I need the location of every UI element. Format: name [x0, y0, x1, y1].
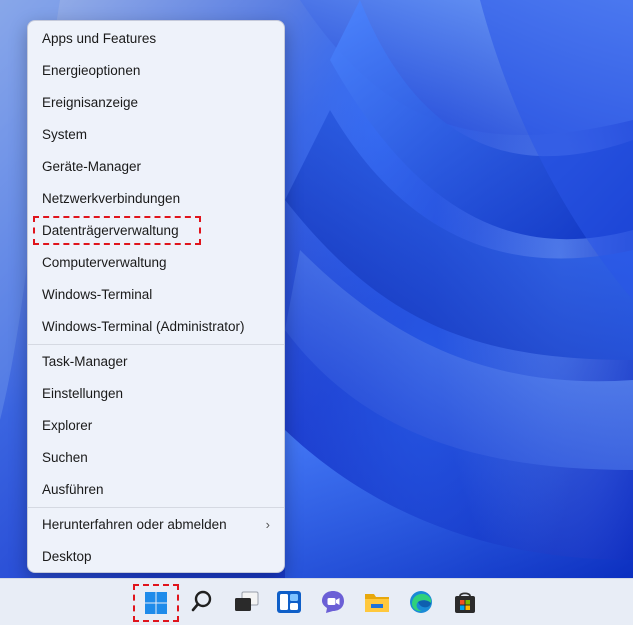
menu-item-label: Geräte-Manager	[42, 159, 142, 174]
task-view-icon[interactable]	[233, 589, 259, 615]
menu-item-label: Windows-Terminal (Administrator)	[42, 319, 245, 334]
menu-item-label: Ausführen	[42, 482, 104, 497]
menu-item-energieoptionen[interactable]: Energieoptionen	[28, 56, 284, 86]
menu-item-geraete-manager[interactable]: Geräte-Manager	[28, 152, 284, 182]
menu-item-task-manager[interactable]: Task-Manager	[28, 347, 284, 377]
menu-separator	[28, 507, 284, 508]
edge-icon[interactable]	[408, 589, 434, 615]
menu-item-label: System	[42, 127, 88, 142]
menu-item-label: Explorer	[42, 418, 93, 433]
menu-item-label: Desktop	[42, 549, 92, 564]
menu-item-label: Windows-Terminal	[42, 287, 153, 302]
widgets-icon[interactable]	[276, 589, 302, 615]
store-icon[interactable]	[452, 589, 478, 615]
file-explorer-icon[interactable]	[363, 589, 389, 615]
menu-item-computerverwaltung[interactable]: Computerverwaltung	[28, 248, 284, 278]
menu-item-explorer[interactable]: Explorer	[28, 411, 284, 441]
menu-item-system[interactable]: System	[28, 120, 284, 150]
chevron-right-icon: ›	[265, 517, 270, 532]
menu-item-ausfuehren[interactable]: Ausführen	[28, 475, 284, 505]
menu-item-windows-terminal-admin[interactable]: Windows-Terminal (Administrator)	[28, 312, 284, 342]
highlight-datentraegerverwaltung	[33, 216, 201, 245]
menu-item-suchen[interactable]: Suchen	[28, 443, 284, 473]
menu-item-label: Apps und Features	[42, 31, 157, 46]
menu-item-label: Einstellungen	[42, 386, 124, 401]
menu-item-label: Computerverwaltung	[42, 255, 167, 270]
menu-item-label: Task-Manager	[42, 354, 128, 369]
highlight-start-button	[133, 584, 179, 622]
menu-item-apps-und-features[interactable]: Apps und Features	[28, 24, 284, 54]
taskbar	[0, 578, 633, 625]
menu-item-label: Ereignisanzeige	[42, 95, 139, 110]
winx-context-menu: Apps und Features Energieoptionen Ereign…	[27, 20, 285, 573]
teams-chat-icon[interactable]	[320, 589, 346, 615]
menu-item-ereignisanzeige[interactable]: Ereignisanzeige	[28, 88, 284, 118]
menu-item-desktop[interactable]: Desktop	[28, 542, 284, 572]
menu-item-label: Energieoptionen	[42, 63, 141, 78]
menu-item-netzwerkverbindungen[interactable]: Netzwerkverbindungen	[28, 184, 284, 214]
menu-item-label: Netzwerkverbindungen	[42, 191, 181, 206]
search-icon[interactable]	[190, 589, 216, 615]
menu-separator	[28, 344, 284, 345]
menu-item-windows-terminal[interactable]: Windows-Terminal	[28, 280, 284, 310]
menu-item-einstellungen[interactable]: Einstellungen	[28, 379, 284, 409]
menu-item-herunterfahren[interactable]: Herunterfahren oder abmelden ›	[28, 510, 284, 540]
menu-item-label: Herunterfahren oder abmelden	[42, 517, 227, 532]
menu-item-label: Suchen	[42, 450, 88, 465]
